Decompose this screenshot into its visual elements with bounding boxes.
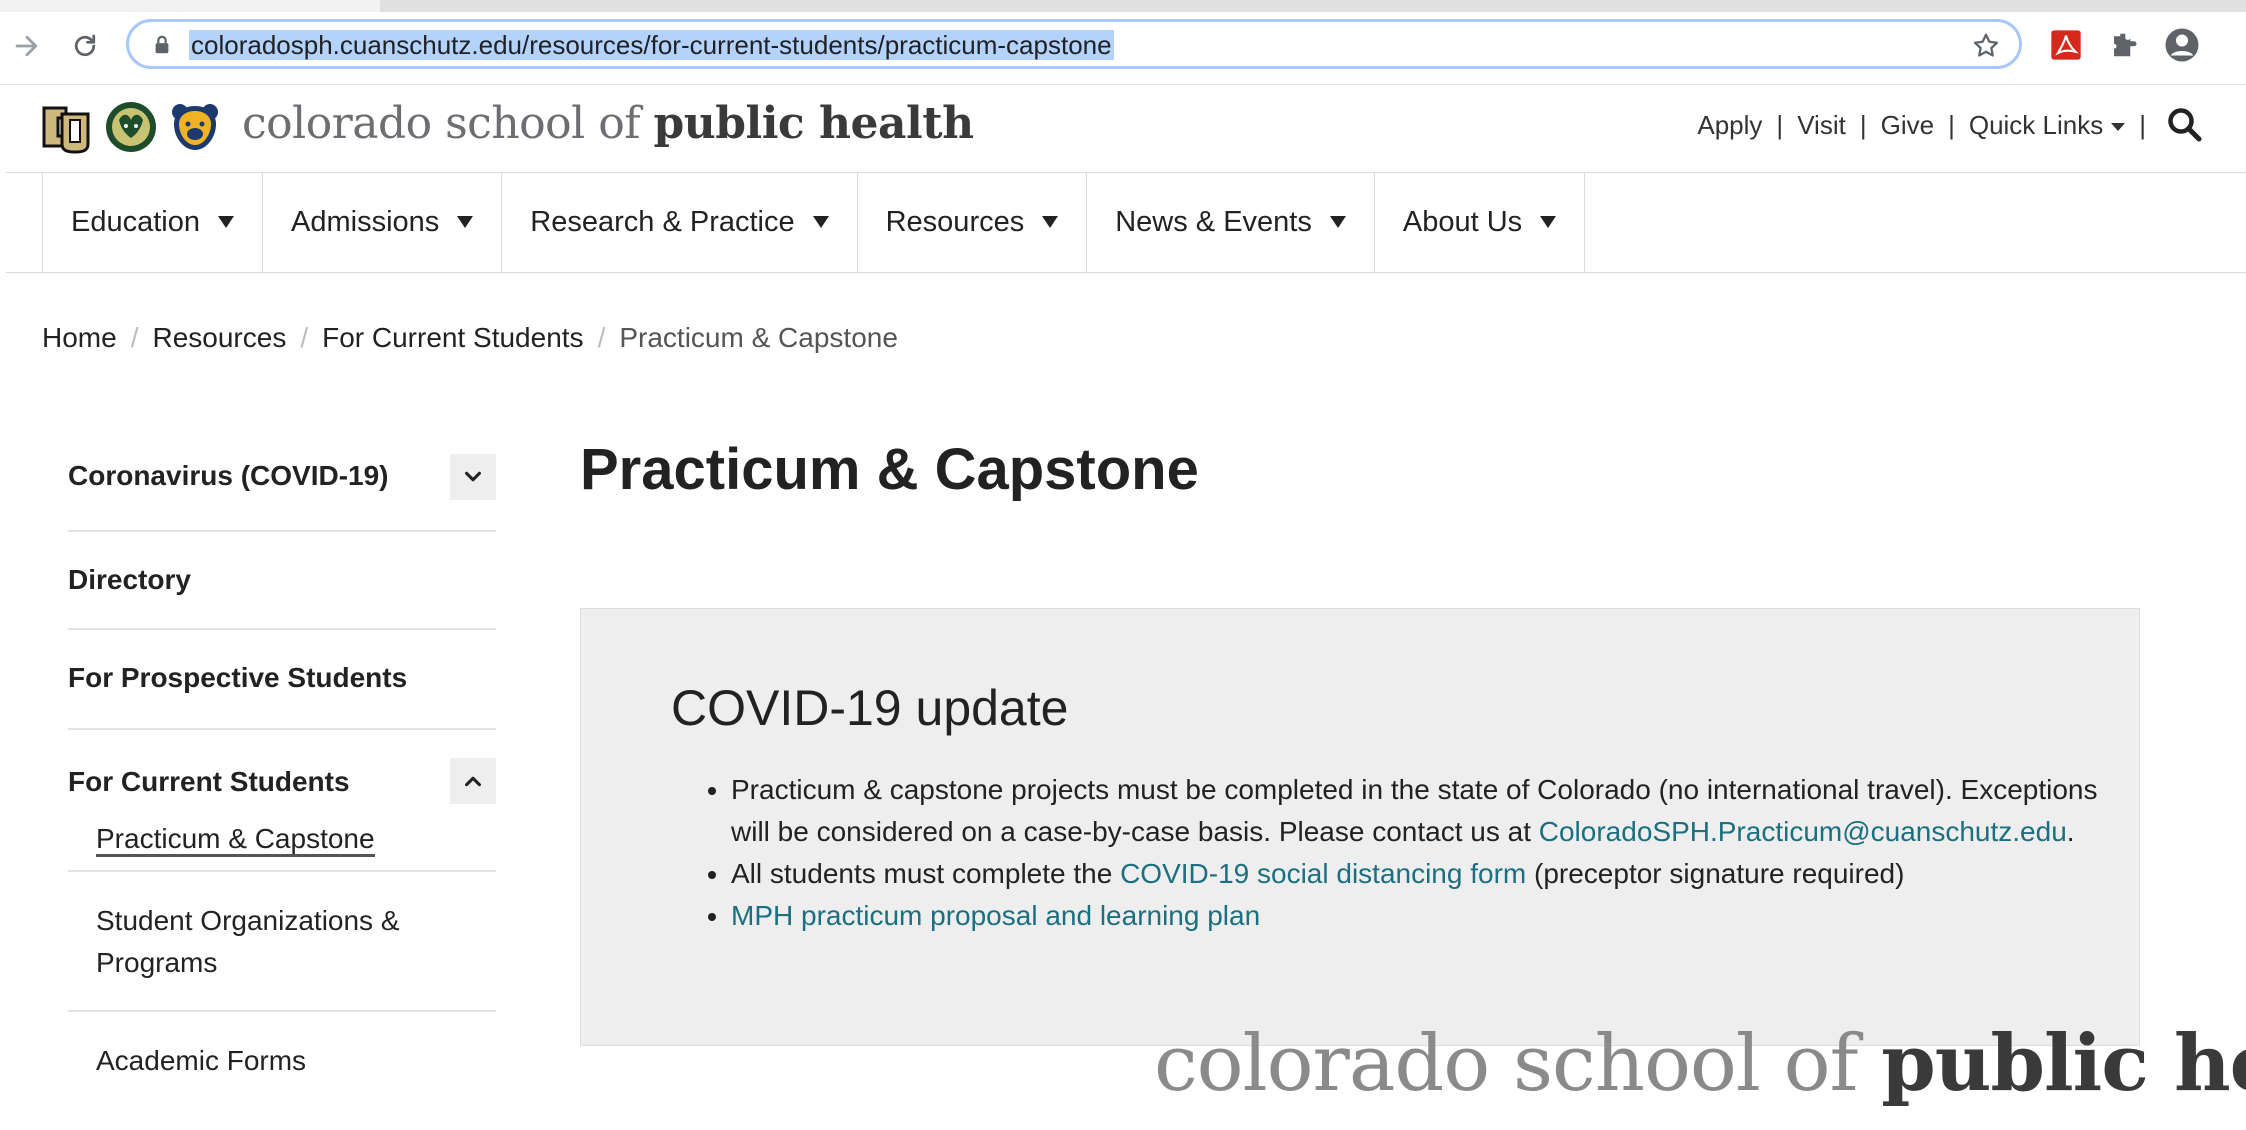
- nav-label: Resources: [885, 205, 1025, 238]
- practicum-email-link[interactable]: ColoradoSPH.Practicum@cuanschutz.edu: [1539, 816, 2067, 847]
- sidebar-item-label: Directory: [68, 564, 191, 595]
- covid-update-notice: COVID-19 update Practicum & capstone pro…: [580, 608, 2140, 1046]
- breadcrumb-separator: /: [300, 322, 309, 353]
- sidebar-subitem-practicum-capstone[interactable]: Practicum & Capstone: [68, 812, 496, 872]
- caret-down-icon: [218, 216, 234, 228]
- profile-avatar-icon[interactable]: [2164, 27, 2200, 63]
- nav-label: Education: [71, 205, 200, 238]
- page-title: Practicum & Capstone: [580, 437, 1199, 502]
- breadcrumb-separator: /: [597, 322, 606, 353]
- breadcrumb-separator: /: [130, 322, 139, 353]
- list-item: Practicum & capstone projects must be co…: [731, 769, 2131, 853]
- nav-label: About Us: [1402, 205, 1523, 238]
- expand-chevron-icon[interactable]: [450, 454, 496, 500]
- list-item: All students must complete the COVID-19 …: [731, 853, 2131, 895]
- brand-watermark: colorado school of public hea: [1154, 1018, 2246, 1109]
- pdf-extension-icon[interactable]: [2048, 27, 2084, 63]
- caret-down-icon: [1540, 216, 1557, 228]
- caret-down-icon: [2111, 123, 2126, 132]
- caret-down-icon: [457, 216, 474, 228]
- puzzle-extensions-icon[interactable]: [2106, 27, 2142, 63]
- unc-bear-logo[interactable]: [168, 100, 222, 154]
- visit-link[interactable]: Visit: [1797, 110, 1846, 141]
- sidebar-item-label: For Prospective Students: [68, 662, 408, 693]
- brand-light-text: colorado school of: [242, 98, 640, 149]
- site-brand-wordmark[interactable]: colorado school of public health: [242, 98, 974, 149]
- nav-item-education[interactable]: Education: [42, 172, 262, 272]
- bookmark-star-icon[interactable]: [1971, 31, 2001, 61]
- sidebar-item-label: For Current Students: [68, 766, 350, 797]
- quick-links-label: Quick Links: [1968, 110, 2104, 140]
- utility-separator: |: [1859, 110, 1867, 140]
- cu-logo[interactable]: [40, 100, 94, 154]
- sidebar-subitem-academic-forms[interactable]: Academic Forms: [68, 1012, 496, 1092]
- search-icon[interactable]: [2166, 106, 2202, 142]
- notice-heading: COVID-19 update: [671, 680, 1069, 736]
- social-distancing-form-link[interactable]: COVID-19 social distancing form: [1120, 858, 1526, 889]
- utility-separator: |: [1948, 110, 1955, 140]
- browser-toolbar: coloradosph.cuanschutz.edu/resources/for…: [0, 0, 2246, 85]
- sidebar-nav: Coronavirus (COVID-19) Directory For Pro…: [68, 440, 496, 1092]
- nav-label: News & Events: [1115, 205, 1312, 238]
- caret-down-icon: [1042, 216, 1059, 228]
- breadcrumb-resources[interactable]: Resources: [152, 322, 286, 354]
- sidebar-subitem-label: Practicum & Capstone: [96, 823, 375, 857]
- partner-logos[interactable]: [40, 100, 222, 160]
- nav-item-news-events[interactable]: News & Events: [1086, 172, 1374, 272]
- nav-label: Admissions: [291, 205, 440, 238]
- sidebar-item-label: Coronavirus (COVID-19): [68, 460, 389, 491]
- list-item: MPH practicum proposal and learning plan: [731, 895, 2131, 937]
- utility-links: Apply | Visit | Give | Quick Links |: [1697, 110, 2146, 141]
- csu-ram-logo[interactable]: [104, 100, 158, 154]
- apply-link[interactable]: Apply: [1697, 110, 1762, 141]
- main-navigation: Education Admissions Research & Practice…: [6, 172, 2246, 273]
- lock-icon[interactable]: [151, 34, 173, 56]
- brand-bold-text: public health: [653, 98, 974, 149]
- notice-text: All students must complete the: [731, 858, 1121, 889]
- nav-item-research-practice[interactable]: Research & Practice: [501, 172, 856, 272]
- reload-icon[interactable]: [64, 25, 106, 67]
- notice-text: (preceptor signature required): [1526, 858, 1905, 889]
- collapse-chevron-icon[interactable]: [450, 758, 496, 804]
- nav-item-admissions[interactable]: Admissions: [262, 172, 501, 272]
- caret-down-icon: [1329, 216, 1346, 228]
- sidebar-subitem-label: Academic Forms: [96, 1045, 307, 1076]
- give-link[interactable]: Give: [1881, 110, 1934, 141]
- caret-down-icon: [812, 216, 829, 228]
- tab-strip: [380, 0, 2246, 12]
- mph-practicum-proposal-link[interactable]: MPH practicum proposal and learning plan: [731, 900, 1260, 931]
- breadcrumb-for-current-students[interactable]: For Current Students: [322, 322, 583, 354]
- nav-label: Research & Practice: [530, 205, 795, 238]
- sidebar-item-current-students[interactable]: For Current Students: [68, 730, 496, 812]
- nav-item-about-us[interactable]: About Us: [1373, 172, 1586, 272]
- utility-separator: |: [1776, 110, 1784, 140]
- breadcrumb-home[interactable]: Home: [42, 322, 117, 354]
- sidebar-item-coronavirus[interactable]: Coronavirus (COVID-19): [68, 440, 496, 532]
- utility-separator: |: [2139, 110, 2146, 140]
- sidebar-item-directory[interactable]: Directory: [68, 532, 496, 630]
- sidebar-subitem-label: Student Organizations & Programs: [96, 905, 400, 978]
- watermark-light-text: colorado school of: [1154, 1019, 1858, 1109]
- sidebar-item-prospective-students[interactable]: For Prospective Students: [68, 630, 496, 730]
- breadcrumb: Home / Resources / For Current Students …: [42, 322, 898, 354]
- forward-icon[interactable]: [6, 25, 48, 67]
- url-text[interactable]: coloradosph.cuanschutz.edu/resources/for…: [189, 30, 1114, 60]
- notice-list: Practicum & capstone projects must be co…: [671, 769, 2131, 937]
- watermark-bold-text: public hea: [1881, 1018, 2246, 1109]
- nav-item-resources[interactable]: Resources: [856, 172, 1087, 272]
- address-bar[interactable]: coloradosph.cuanschutz.edu/resources/for…: [126, 19, 2022, 69]
- quick-links-dropdown[interactable]: Quick Links: [1968, 110, 2126, 141]
- breadcrumb-current: Practicum & Capstone: [619, 322, 898, 353]
- sidebar-subitem-student-organizations[interactable]: Student Organizations & Programs: [68, 872, 496, 1012]
- notice-text: .: [2066, 816, 2075, 847]
- site-header: colorado school of public health Apply |…: [6, 86, 2246, 173]
